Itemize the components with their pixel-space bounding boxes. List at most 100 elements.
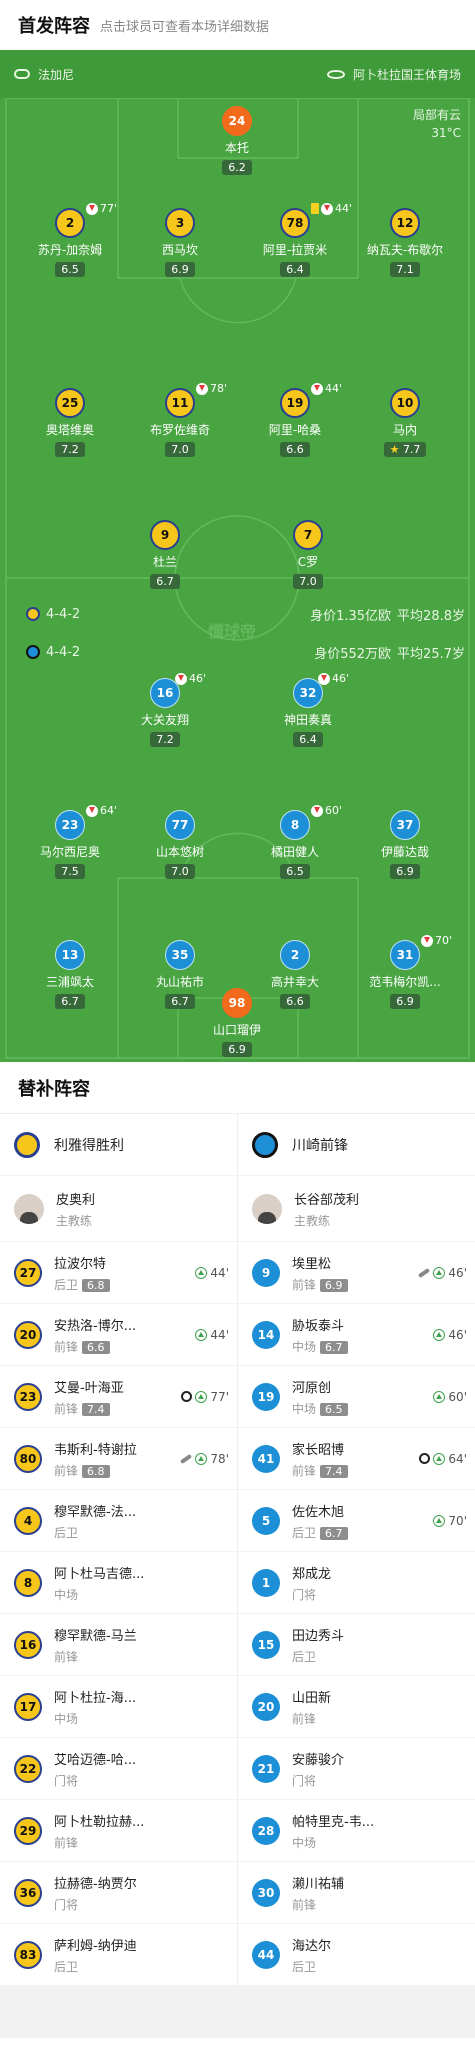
home-coach[interactable]: 皮奥利 主教练 (0, 1176, 237, 1242)
player-name: 艾哈迈德-哈... (54, 1752, 137, 1768)
sub-player-row[interactable]: 14 胁坂泰斗 中场 6.7 46' (238, 1304, 475, 1366)
substitution-event: 60' (311, 804, 342, 817)
sub-events: 60' (433, 1390, 467, 1404)
player-rating: ★ 7.7 (383, 442, 427, 457)
home-team-header[interactable]: 利雅得胜利 (0, 1114, 237, 1176)
player-position: 前锋 (54, 1463, 79, 1478)
player-rating: 7.5 (55, 864, 85, 879)
player-position: 前锋 (292, 1711, 317, 1726)
avatar (14, 1193, 44, 1224)
sub-player-row[interactable]: 28 帕特里克-韦... 中场 (238, 1800, 475, 1862)
event-time: 64' (100, 804, 118, 817)
coach-role: 主教练 (294, 1213, 331, 1228)
sub-player-row[interactable]: 1 郑成龙 门将 (238, 1552, 475, 1614)
player-away[interactable]: 8 60' 橘田健人 6.5 (247, 804, 343, 879)
sub-events: 70' (433, 1514, 467, 1528)
player-name: 韦斯利-特谢拉 (54, 1442, 137, 1458)
sub-player-row[interactable]: 16 穆罕默德-马兰 前锋 (0, 1614, 237, 1676)
player-rating: 7.2 (150, 732, 180, 747)
jersey-number: 14 (252, 1320, 280, 1349)
pitch-lines (5, 97, 470, 1059)
player-rating: 6.6 (280, 442, 310, 457)
event-time: 60' (325, 804, 343, 817)
player-home[interactable]: 78 44' 阿里-拉贾米 6.4 (247, 202, 352, 277)
event-time: 78' (210, 382, 228, 395)
player-position: 前锋 (292, 1463, 317, 1478)
sub-player-row[interactable]: 4 穆罕默德-法... 后卫 (0, 1490, 237, 1552)
sub-player-row[interactable]: 41 家长昭博 前锋 7.4 64' (238, 1428, 475, 1490)
jersey-number: 83 (14, 1940, 42, 1969)
sub-player-row[interactable]: 23 艾曼-叶海亚 前锋 7.4 77' (0, 1366, 237, 1428)
sub-player-row[interactable]: 8 阿卜杜马吉德... 中场 (0, 1552, 237, 1614)
player-home[interactable]: 11 78' 布罗佐维奇 7.0 (132, 382, 228, 457)
sub-player-row[interactable]: 20 安热洛-博尔... 前锋 6.6 44' (0, 1304, 237, 1366)
jersey: 78 (280, 208, 310, 238)
player-position-line: 门将 (292, 1586, 467, 1603)
player-home[interactable]: 9 杜兰 6.7 (117, 520, 213, 589)
player-away[interactable]: 31 70' 范韦梅尔凯... 6.9 (357, 934, 453, 1009)
sub-player-row[interactable]: 44 海达尔 后卫 (238, 1924, 475, 1986)
player-name: 拉波尔特 (54, 1256, 107, 1272)
player-away[interactable]: 23 64' 马尔西尼奥 7.5 (22, 804, 118, 879)
player-position-line: 中场 (54, 1586, 229, 1603)
player-name: 山本悠树 (155, 845, 204, 859)
player-rating: 6.9 (320, 1278, 348, 1292)
player-home[interactable]: 10 马内 ★ 7.7 (357, 388, 453, 457)
sub-player-row[interactable]: 80 韦斯利-特谢拉 前锋 6.8 78' (0, 1428, 237, 1490)
sub-player-row[interactable]: 15 田边秀斗 后卫 (238, 1614, 475, 1676)
player-rating-value: 7.7 (402, 443, 421, 456)
sub-player-row[interactable]: 83 萨利姆-纳伊迪 后卫 (0, 1924, 237, 1986)
player-position: 后卫 (292, 1959, 317, 1974)
jersey: 25 (55, 388, 85, 418)
player-position: 后卫 (54, 1959, 79, 1974)
player-away[interactable]: 13 三浦飒太 6.7 (22, 940, 118, 1009)
player-position: 门将 (54, 1897, 79, 1912)
player-home[interactable]: 7 C罗 7.0 (260, 520, 356, 589)
player-name: 拉赫德-纳贾尔 (54, 1876, 137, 1892)
player-home[interactable]: 24 本托 6.2 (189, 106, 285, 175)
sub-player-row[interactable]: 27 拉波尔特 后卫 6.8 44' (0, 1242, 237, 1304)
jersey-number: 9 (252, 1258, 280, 1287)
player-position: 后卫 (54, 1525, 79, 1540)
sub-in-icon (433, 1266, 446, 1279)
player-home[interactable]: 2 77' 苏丹-加奈姆 6.5 (22, 202, 118, 277)
player-rating: 6.2 (222, 160, 252, 175)
player-name: C罗 (297, 555, 319, 569)
sub-player-row[interactable]: 5 佐佐木旭 后卫 6.7 70' (238, 1490, 475, 1552)
sub-in-time: 77' (210, 1389, 229, 1404)
sub-in-icon (195, 1266, 208, 1279)
player-away[interactable]: 32 46' 神田奏真 6.4 (260, 672, 356, 747)
player-home[interactable]: 3 西马坎 6.9 (132, 208, 228, 277)
sub-player-row[interactable]: 20 山田新 前锋 (238, 1676, 475, 1738)
player-away[interactable]: 16 46' 大关友翔 7.2 (117, 672, 213, 747)
sub-player-row[interactable]: 21 安藤骏介 门将 (238, 1738, 475, 1800)
player-name: 奥塔维奥 (45, 423, 94, 437)
sub-player-row[interactable]: 19 河原创 中场 6.5 60' (238, 1366, 475, 1428)
sub-player-row[interactable]: 36 拉赫德-纳贾尔 门将 (0, 1862, 237, 1924)
sub-player-row[interactable]: 17 阿卜杜拉-海... 中场 (0, 1676, 237, 1738)
player-away[interactable]: 98 山口瑠伊 6.9 (189, 988, 285, 1057)
player-position-line: 后卫 (292, 1958, 467, 1975)
player-away[interactable]: 37 伊藤达哉 6.9 (357, 810, 453, 879)
sub-player-row[interactable]: 22 艾哈迈德-哈... 门将 (0, 1738, 237, 1800)
sub-player-row[interactable]: 30 濑川祐辅 前锋 (238, 1862, 475, 1924)
player-home[interactable]: 25 奥塔维奥 7.2 (22, 388, 118, 457)
substitution-event: 77' (86, 202, 117, 215)
player-away[interactable]: 77 山本悠树 7.0 (132, 810, 228, 879)
page-footer (0, 1986, 475, 2038)
player-rating: 7.1 (390, 262, 420, 277)
event-time: 44' (335, 202, 353, 215)
player-position-line: 前锋 6.9 (292, 1276, 406, 1293)
away-coach[interactable]: 长谷部茂利 主教练 (238, 1176, 475, 1242)
page-title: 首发阵容 (18, 16, 90, 37)
player-home[interactable]: 12 纳瓦夫-布歇尔 7.1 (357, 208, 453, 277)
sub-out-icon (86, 202, 98, 215)
player-home[interactable]: 19 44' 阿里-哈桑 6.6 (247, 382, 343, 457)
away-team-header[interactable]: 川崎前锋 (238, 1114, 475, 1176)
jersey-number: 23 (14, 1382, 42, 1411)
sub-player-row[interactable]: 29 阿卜杜勒拉赫... 前锋 (0, 1800, 237, 1862)
player-position-line: 后卫 (292, 1648, 467, 1665)
player-name: 阿里-拉贾米 (262, 243, 328, 257)
subs-title: 替补阵容 (0, 1062, 475, 1114)
sub-player-row[interactable]: 9 埃里松 前锋 6.9 46' (238, 1242, 475, 1304)
